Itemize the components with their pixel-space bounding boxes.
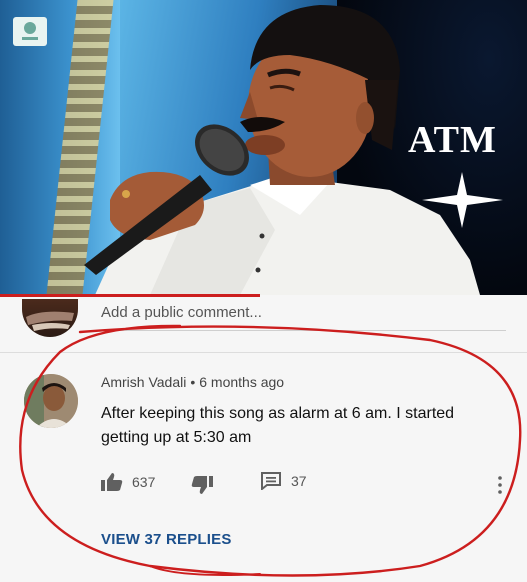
comment-meta: Amrish Vadali • 6 months ago [101,374,284,390]
video-frame: ATM [0,0,527,295]
comment-author[interactable]: Amrish Vadali [101,374,186,390]
divider [0,352,527,353]
user-avatar [22,299,78,337]
add-comment-input[interactable]: Add a public comment... [101,304,262,321]
reply-icon [261,472,281,490]
atm-overlay-text: ATM [408,119,497,161]
reply-count: 37 [291,473,307,489]
thumbs-down-icon [191,476,213,494]
sparkle-star-icon [422,172,503,228]
thumbs-up-icon [101,473,123,491]
dislike-button[interactable] [191,475,213,495]
add-comment-row[interactable]: Add a public comment... [0,297,527,352]
channel-logo-icon [13,17,47,46]
more-vert-icon[interactable] [497,475,503,495]
comment-time[interactable]: 6 months ago [199,374,284,390]
comment-text: After keeping this song as alarm at 6 am… [101,405,455,446]
comment-actions: 637 37 [101,472,501,496]
commenter-avatar[interactable] [24,374,78,428]
like-button[interactable]: 637 [101,472,155,492]
comment-item: Amrish Vadali • 6 months ago After keeping… [0,360,527,570]
like-count: 637 [132,474,156,490]
meta-separator: • [190,374,196,390]
view-replies-link[interactable]: VIEW 37 REPLIES [101,531,232,548]
reply-button[interactable]: 37 [261,472,307,490]
input-underline [101,330,506,331]
